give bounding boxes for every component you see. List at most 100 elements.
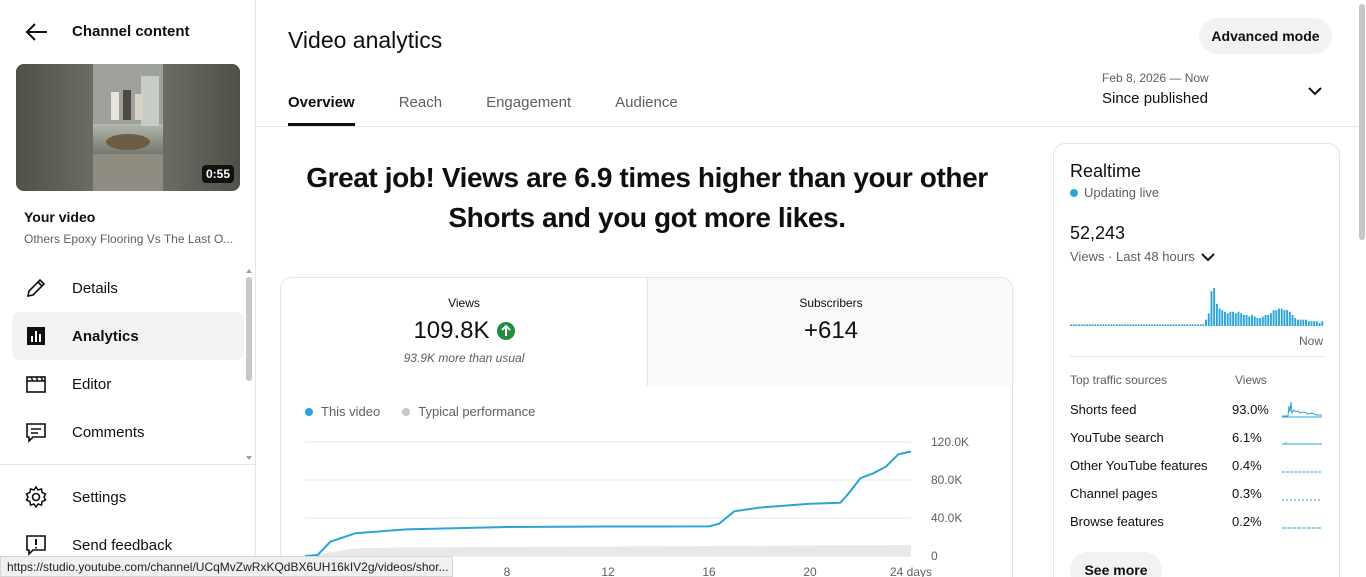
x-tick-label: 20 [803, 565, 817, 577]
realtime-bar [1299, 319, 1302, 326]
page-scrollbar-thumb[interactable] [1359, 4, 1365, 240]
date-range-selector[interactable]: Feb 8, 2026 — Now Since published [1102, 71, 1209, 107]
realtime-bar [1124, 324, 1126, 326]
views-metric[interactable]: Views 109.8K 93.9K more than usual [281, 278, 647, 386]
realtime-bar [1169, 324, 1172, 326]
realtime-bar [1118, 324, 1121, 326]
realtime-bar [1094, 324, 1097, 326]
typical-performance-band [305, 545, 911, 556]
sidebar-bottom-nav: Settings Send feedback [12, 473, 244, 569]
traffic-source-pct: 0.2% [1232, 514, 1262, 529]
tab-engagement[interactable]: Engagement [486, 86, 571, 126]
tab-overview[interactable]: Overview [288, 86, 355, 126]
subscribers-metric[interactable]: Subscribers +614 [647, 278, 1012, 386]
realtime-bar [1272, 310, 1275, 326]
traffic-sparkline [1282, 442, 1322, 445]
y-tick-label: 0 [931, 549, 938, 563]
sidebar-item-comments[interactable]: Comments [12, 408, 244, 456]
tab-reach[interactable]: Reach [399, 86, 442, 126]
back-arrow-icon[interactable] [22, 20, 50, 44]
main-content: Video analytics Advanced mode Overview R… [256, 0, 1366, 577]
realtime-bar [1278, 308, 1280, 326]
traffic-row[interactable]: Browse features 0.2% [1070, 512, 1324, 532]
sidebar-item-settings[interactable]: Settings [12, 473, 244, 521]
sidebar-item-label: Settings [72, 488, 127, 506]
realtime-bar [1305, 319, 1307, 326]
realtime-bar [1129, 324, 1132, 326]
realtime-bar [1091, 324, 1094, 326]
realtime-bar [1205, 319, 1208, 326]
page-scrollbar[interactable] [1357, 0, 1366, 577]
traffic-sparkline [1282, 401, 1322, 418]
realtime-bar [1105, 324, 1108, 326]
realtime-bar [1240, 313, 1243, 326]
traffic-row[interactable]: Other YouTube features 0.4% [1070, 456, 1324, 476]
date-range-label: Since published [1102, 90, 1208, 107]
realtime-bar [1267, 314, 1270, 326]
realtime-bar [1164, 324, 1167, 326]
realtime-count: 52,243 [1070, 223, 1126, 243]
realtime-bar [1126, 324, 1129, 326]
tab-audience[interactable]: Audience [615, 86, 678, 126]
chevron-down-icon[interactable] [1306, 82, 1324, 100]
sidebar-title: Channel content [72, 23, 190, 40]
traffic-views-header: Views [1235, 373, 1267, 387]
realtime-bar [1280, 308, 1283, 326]
realtime-bar [1315, 321, 1318, 326]
realtime-bar [1086, 324, 1089, 326]
traffic-source-name: YouTube search [1070, 430, 1164, 445]
traffic-row[interactable]: Channel pages 0.3% [1070, 484, 1324, 504]
realtime-range-selector[interactable]: Views · Last 48 hours [1070, 249, 1217, 264]
advanced-mode-button[interactable]: Advanced mode [1199, 18, 1332, 54]
realtime-live-status: Updating live [1070, 185, 1159, 200]
x-tick-label: 24 days [890, 565, 932, 577]
realtime-bar [1259, 318, 1262, 326]
legend-dot-typical [402, 407, 411, 416]
realtime-bar [1291, 314, 1294, 326]
scroll-up-icon[interactable] [245, 268, 253, 274]
views-chart[interactable]: 120.0K 80.0K 40.0K 0 8 12 16 20 24 days [281, 428, 1013, 577]
chevron-down-icon [1201, 252, 1215, 261]
sidebar-scrollbar[interactable] [246, 277, 252, 381]
realtime-bar [1075, 324, 1078, 326]
traffic-row[interactable]: Shorts feed 93.0% [1070, 400, 1324, 420]
sidebar-item-details[interactable]: Details [12, 264, 244, 312]
comment-icon [26, 423, 46, 443]
realtime-bar [1080, 324, 1083, 326]
video-thumbnail[interactable]: OTHERS EPOXY FLOORING 0:55 [16, 64, 240, 191]
realtime-bar [1294, 318, 1297, 326]
traffic-source-name: Shorts feed [1070, 402, 1137, 417]
realtime-bar [1229, 311, 1232, 326]
realtime-bar [1237, 311, 1240, 326]
sidebar-nav: Details Analytics Editor Comments [12, 264, 244, 456]
gear-icon [25, 485, 47, 509]
sidebar-item-editor[interactable]: Editor [12, 360, 244, 408]
see-more-button[interactable]: See more [1070, 552, 1162, 577]
x-tick-label: 16 [702, 565, 716, 577]
your-video-label: Your video [24, 209, 96, 225]
realtime-bar [1199, 324, 1202, 326]
realtime-bar [1248, 316, 1251, 326]
realtime-bar [1215, 303, 1218, 326]
realtime-bar [1302, 319, 1305, 326]
realtime-live-label: Updating live [1084, 185, 1160, 200]
traffic-row[interactable]: YouTube search 6.1% [1070, 428, 1324, 448]
scroll-down-icon[interactable] [245, 455, 253, 461]
realtime-bar [1078, 324, 1081, 326]
clapperboard-icon [26, 376, 46, 393]
sidebar-header: Channel content [0, 0, 256, 64]
sidebar-item-analytics[interactable]: Analytics [12, 312, 244, 360]
realtime-bar [1234, 313, 1237, 326]
this-video-line [304, 450, 912, 557]
realtime-bar [1134, 324, 1137, 326]
performance-headline: Great job! Views are 6.9 times higher th… [306, 162, 988, 233]
legend-dot-this-video [305, 407, 313, 416]
realtime-bar [1188, 324, 1191, 326]
realtime-bar [1137, 324, 1140, 326]
realtime-bar [1313, 321, 1316, 326]
realtime-bar [1072, 324, 1075, 326]
realtime-bar [1269, 313, 1272, 326]
realtime-bar-chart[interactable] [1070, 284, 1324, 326]
realtime-bar [1178, 324, 1180, 326]
realtime-bar [1251, 314, 1253, 326]
